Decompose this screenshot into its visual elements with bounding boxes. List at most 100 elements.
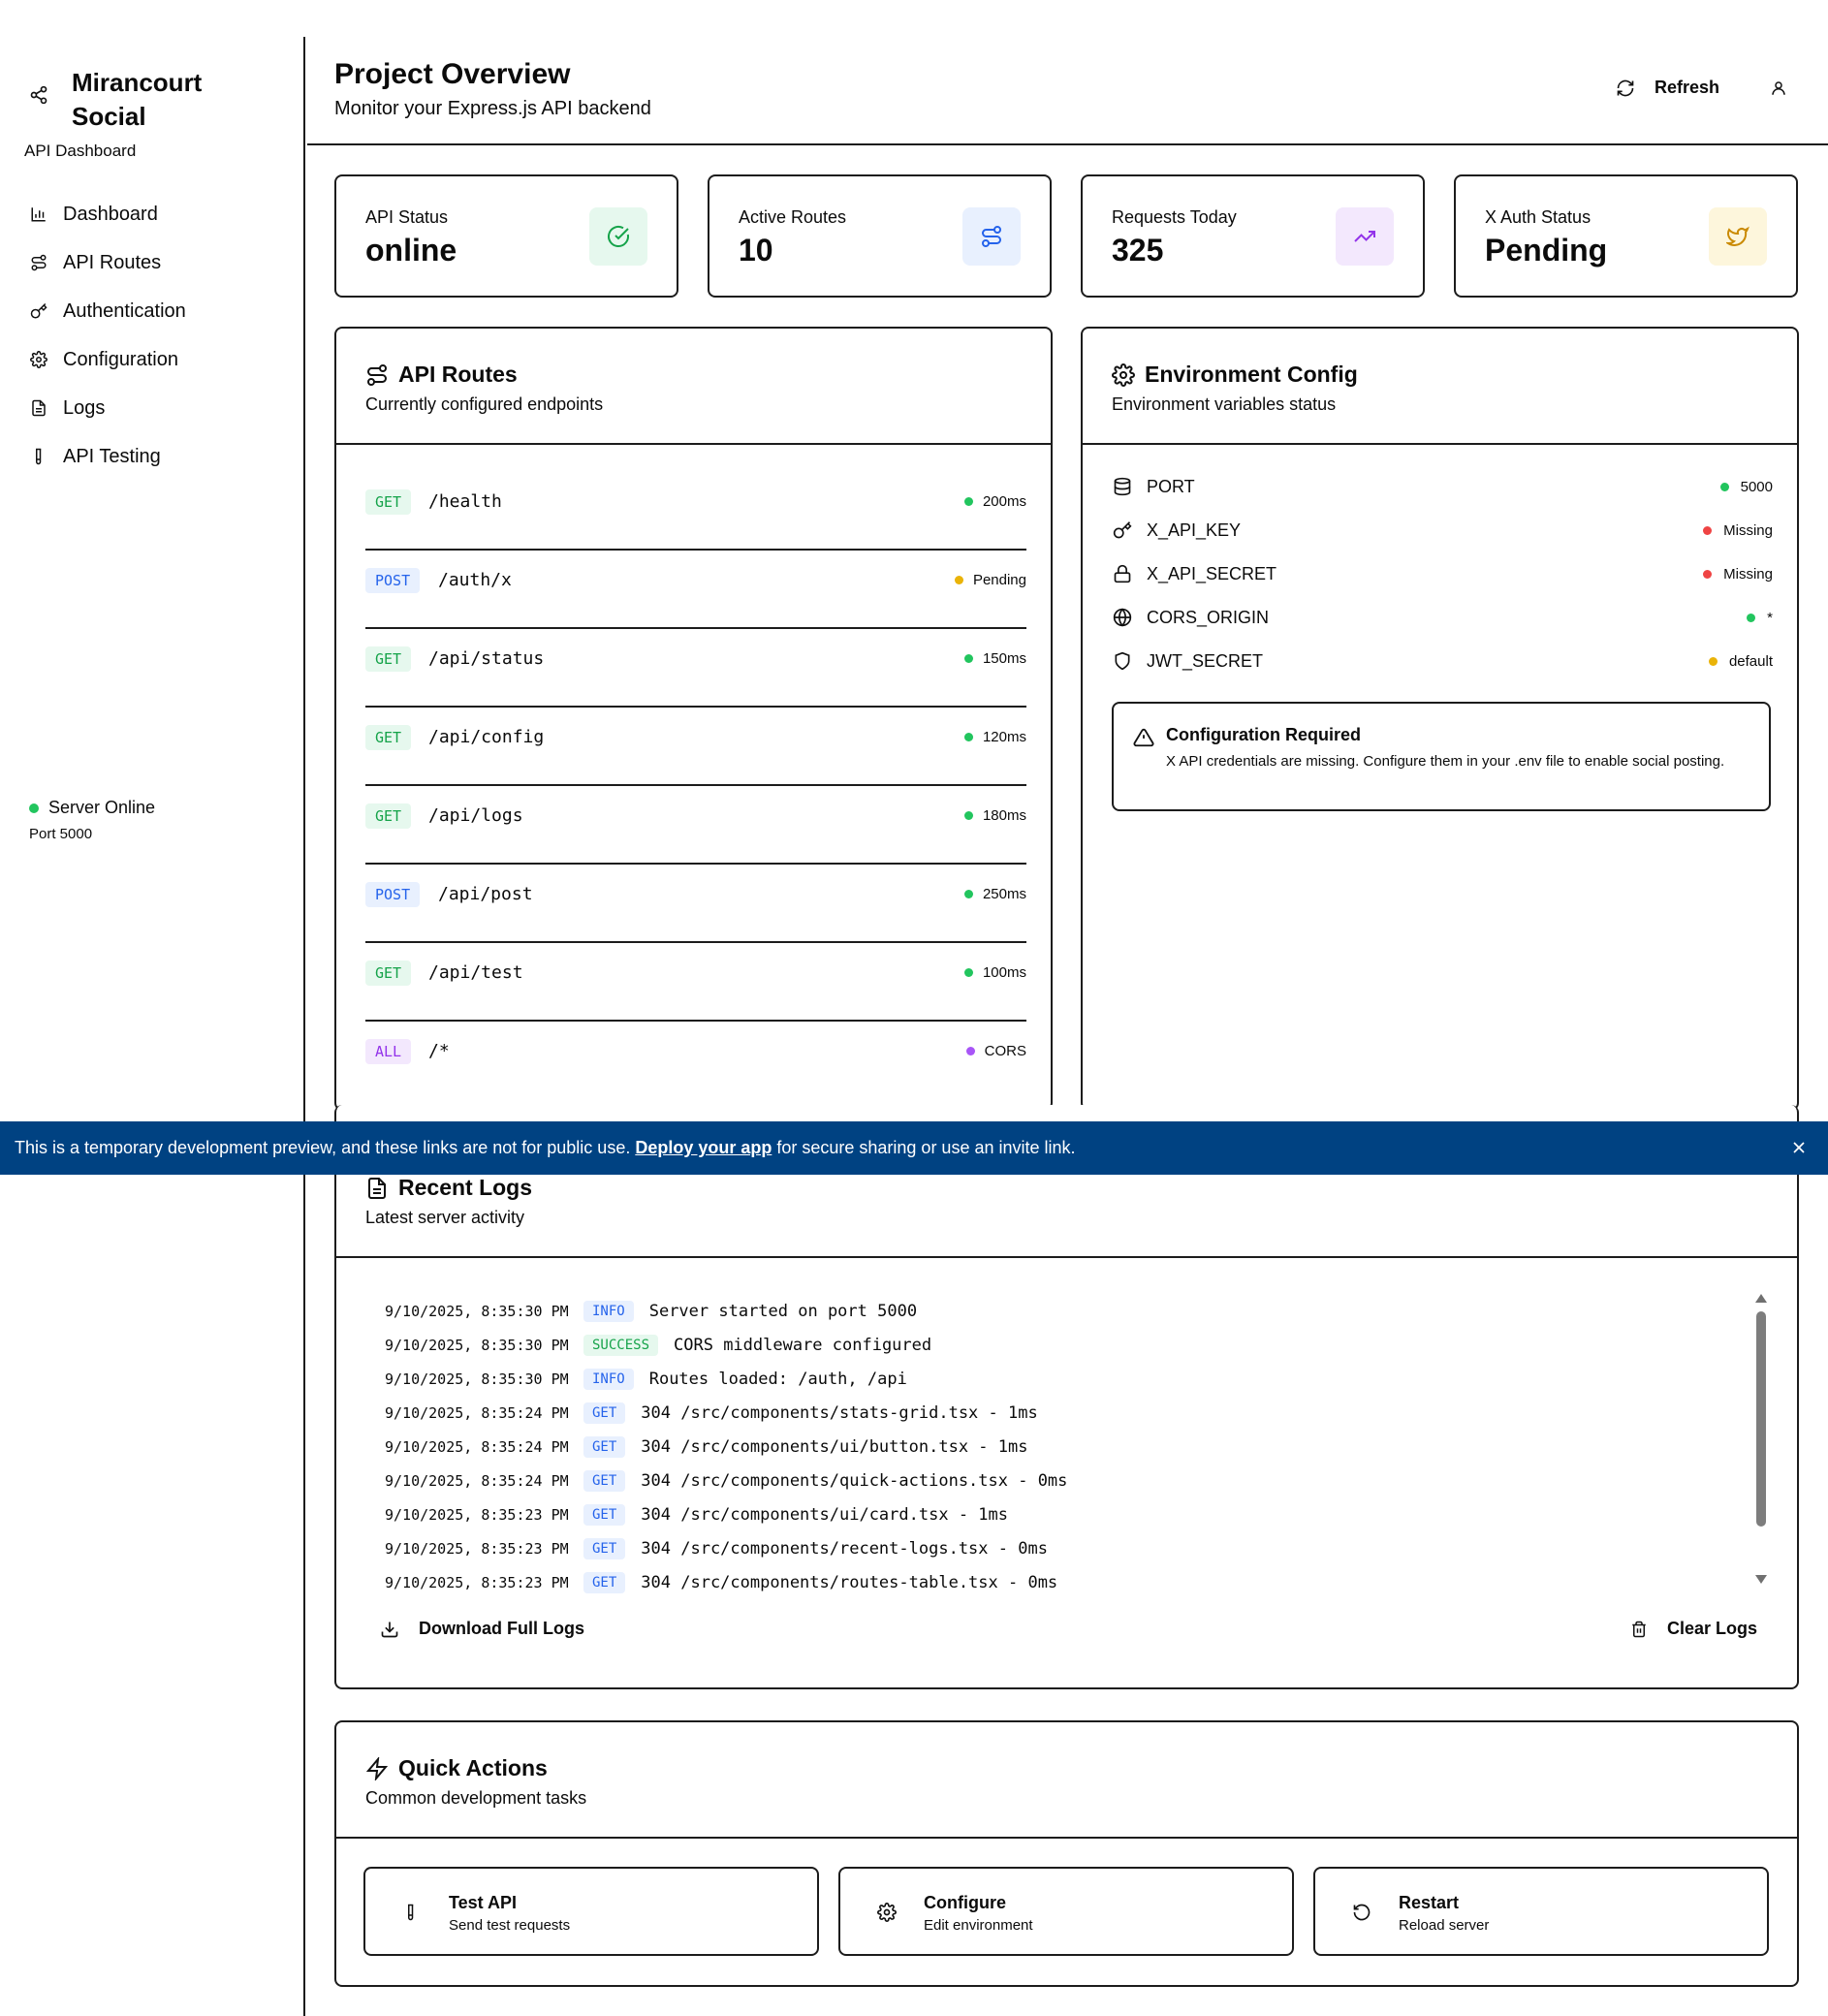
shield-icon: [1112, 651, 1133, 671]
panel-title: API Routes: [398, 362, 518, 387]
route-row[interactable]: GET /api/config 120ms: [365, 708, 1026, 786]
status-dot: [954, 576, 963, 584]
api-routes-panel: API Routes Currently configured endpoint…: [334, 327, 1053, 1111]
log-entry: 9/10/2025, 8:35:24 PM GET 304 /src/compone…: [385, 1430, 1027, 1464]
method-badge: POST: [365, 568, 421, 593]
route-status: 120ms: [982, 729, 1026, 745]
sidebar-item-logs[interactable]: Logs: [27, 384, 186, 432]
method-badge: ALL: [365, 1039, 412, 1064]
test-api-button[interactable]: Test API Send test requests: [363, 1867, 819, 1956]
route-path: /api/status: [428, 648, 545, 669]
route-path: /api/config: [428, 727, 545, 747]
trash-icon: [1630, 1620, 1648, 1639]
trending-up-icon: [1353, 225, 1376, 248]
status-dot: [1708, 656, 1718, 666]
status-dot: [963, 968, 973, 977]
status-dot: [963, 654, 973, 663]
stat-card-x-auth-status: X Auth Status Pending: [1454, 174, 1798, 298]
env-var-value: 5000: [1740, 478, 1773, 495]
route-path: /api/test: [428, 962, 523, 983]
lock-icon: [1112, 564, 1133, 583]
log-timestamp: 9/10/2025, 8:35:30 PM: [385, 1302, 569, 1320]
log-message: 304 /src/components/ui/button.tsx - 1ms: [641, 1436, 1028, 1457]
download-logs-button[interactable]: Download Full Logs: [380, 1619, 584, 1639]
route-status: 150ms: [982, 650, 1026, 667]
log-message: 304 /src/components/recent-logs.tsx - 0m…: [641, 1538, 1048, 1559]
action-subtitle: Edit environment: [924, 1917, 1033, 1934]
sidebar-item-authentication[interactable]: Authentication: [27, 287, 186, 335]
log-tag: INFO: [583, 1368, 634, 1390]
alert-title: Configuration Required: [1166, 725, 1361, 744]
route-row[interactable]: ALL /* CORS: [365, 1022, 1026, 1100]
close-icon[interactable]: [1789, 1138, 1809, 1157]
route-icon: [980, 225, 1003, 248]
log-entry: 9/10/2025, 8:35:30 PM INFO Routes loaded: …: [385, 1362, 907, 1396]
stat-label: Active Routes: [739, 207, 847, 227]
page-title: Project Overview: [334, 58, 571, 90]
route-status: Pending: [972, 572, 1026, 588]
route-path: /api/post: [438, 884, 533, 904]
method-badge: GET: [365, 646, 412, 672]
restart-button[interactable]: Restart Reload server: [1313, 1867, 1769, 1956]
stat-card-requests-today: Requests Today 325: [1081, 174, 1425, 298]
log-timestamp: 9/10/2025, 8:35:23 PM: [385, 1539, 569, 1558]
route-row[interactable]: GET /api/test 100ms: [365, 943, 1026, 1022]
brand: Mirancourt Social: [29, 66, 246, 134]
config-alert: Configuration Required X API credentials…: [1112, 702, 1771, 811]
route-row[interactable]: POST /api/post 250ms: [365, 865, 1026, 943]
scroll-down-icon[interactable]: [1755, 1575, 1767, 1584]
sidebar-item-configuration[interactable]: Configuration: [27, 335, 186, 384]
route-row[interactable]: GET /api/status 150ms: [365, 629, 1026, 708]
route-status: 100ms: [982, 964, 1026, 981]
stat-value: Pending: [1485, 233, 1608, 268]
sidebar-nav: Dashboard API Routes Authentication Conf…: [27, 190, 186, 481]
clear-logs-button[interactable]: Clear Logs: [1630, 1619, 1757, 1639]
server-port: Port 5000: [29, 826, 93, 842]
server-status: Server Online Port 5000: [29, 798, 155, 842]
env-var-row: X_API_SECRET Missing: [1112, 559, 1773, 588]
sidebar-item-dashboard[interactable]: Dashboard: [27, 190, 186, 238]
stat-card-api-status: API Status online: [334, 174, 678, 298]
log-list[interactable]: 9/10/2025, 8:35:30 PM INFO Server started …: [385, 1294, 1722, 1604]
stat-icon-box: [589, 207, 647, 266]
env-var-value: default: [1728, 652, 1773, 670]
panel-header: Quick Actions Common development tasks: [336, 1722, 1797, 1839]
stat-value: 10: [739, 233, 773, 268]
log-message: CORS middleware configured: [674, 1335, 932, 1355]
sidebar-item-label: Authentication: [63, 299, 186, 322]
refresh-button[interactable]: Refresh: [1616, 78, 1719, 98]
gear-icon: [877, 1903, 897, 1922]
gear-icon: [27, 348, 50, 371]
stat-label: API Status: [365, 207, 449, 227]
banner-text: This is a temporary development preview,…: [15, 1138, 631, 1157]
key-icon: [1112, 520, 1133, 540]
action-subtitle: Reload server: [1399, 1917, 1490, 1934]
user-button[interactable]: [1770, 79, 1787, 97]
bar-chart-icon: [27, 203, 50, 226]
log-entry: 9/10/2025, 8:35:23 PM GET 304 /src/compone…: [385, 1497, 1008, 1531]
panel-subtitle: Currently configured endpoints: [365, 394, 604, 414]
deploy-link[interactable]: Deploy your app: [635, 1138, 772, 1158]
download-label: Download Full Logs: [419, 1619, 584, 1638]
stat-value: 325: [1112, 233, 1164, 268]
rotate-ccw-icon: [1352, 1903, 1371, 1922]
scrollbar-thumb[interactable]: [1756, 1311, 1766, 1527]
scroll-up-icon[interactable]: [1755, 1294, 1767, 1303]
test-tube-icon: [27, 445, 50, 468]
sidebar: Mirancourt Social API Dashboard Dashboar…: [0, 37, 305, 2016]
route-row[interactable]: GET /api/logs 180ms: [365, 786, 1026, 865]
log-entry: 9/10/2025, 8:35:30 PM INFO Server started …: [385, 1294, 917, 1328]
route-row[interactable]: GET /health 200ms: [365, 472, 1026, 551]
log-tag: GET: [583, 1435, 626, 1458]
panel-header: API Routes Currently configured endpoint…: [336, 329, 1051, 445]
env-var-value: Missing: [1723, 565, 1773, 583]
configure-button[interactable]: Configure Edit environment: [838, 1867, 1294, 1956]
log-scrollbar[interactable]: [1753, 1294, 1769, 1594]
sidebar-item-api-routes[interactable]: API Routes: [27, 238, 186, 287]
refresh-icon: [1616, 79, 1655, 98]
route-icon: [27, 251, 50, 274]
route-row[interactable]: POST /auth/x Pending: [365, 551, 1026, 629]
route-path: /*: [428, 1041, 450, 1061]
sidebar-item-api-testing[interactable]: API Testing: [27, 432, 186, 481]
log-timestamp: 9/10/2025, 8:35:24 PM: [385, 1437, 569, 1456]
